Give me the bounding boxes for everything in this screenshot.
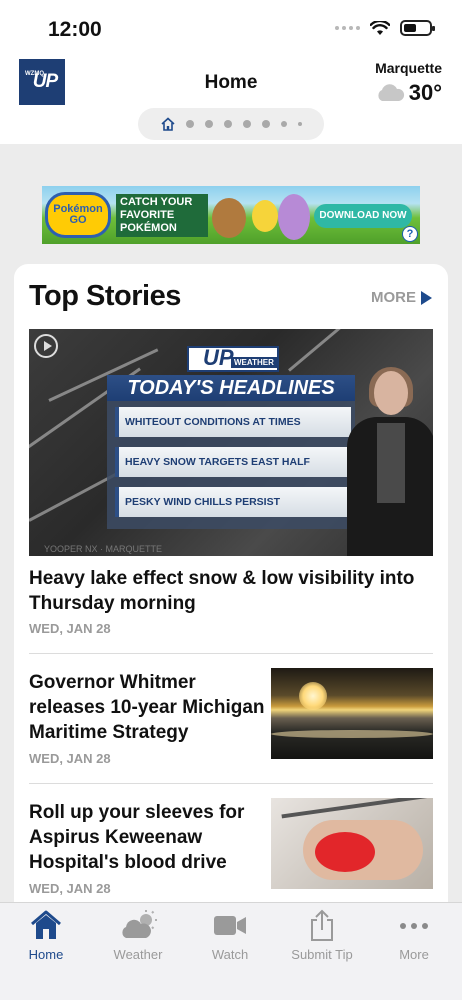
tab-weather[interactable]: Weather: [92, 909, 184, 962]
status-bar: 12:00: [0, 0, 462, 58]
story-date: WED, JAN 28: [29, 751, 111, 766]
tab-home[interactable]: Home: [0, 909, 92, 962]
hero-footer-text: YOOPER NX · MARQUETTE: [44, 544, 163, 554]
battery-icon: [400, 20, 435, 36]
story-thumbnail[interactable]: [271, 668, 433, 759]
tab-label: Home: [28, 947, 64, 962]
pager-dot[interactable]: [280, 121, 287, 127]
snow-streak: [288, 329, 398, 372]
section-pager[interactable]: [138, 108, 324, 140]
tab-label: More: [399, 947, 429, 962]
divider: [29, 653, 433, 654]
cloud-icon: [378, 84, 404, 101]
ad-info-icon[interactable]: ?: [402, 226, 418, 242]
app-header: WZMQ UP Home Marquette 30°: [0, 58, 462, 144]
story-date: WED, JAN 28: [29, 621, 111, 636]
play-icon[interactable]: [34, 334, 58, 358]
tab-watch[interactable]: Watch: [184, 909, 276, 962]
pager-dot[interactable]: [297, 122, 302, 126]
pager-dot[interactable]: [185, 120, 194, 128]
partly-cloudy-icon: [120, 909, 157, 941]
goodra-graphic: [278, 194, 310, 240]
up-weather-badge: UP WEATHER: [187, 345, 279, 372]
tab-more[interactable]: More: [368, 909, 460, 962]
status-icons: [335, 20, 435, 36]
cellular-signal-icon: [335, 26, 360, 30]
ellipsis-icon: [396, 909, 432, 941]
home-icon[interactable]: [160, 117, 175, 131]
video-camera-icon: [212, 909, 248, 941]
ad-download-button[interactable]: DOWNLOAD NOW: [314, 204, 412, 228]
ad-banner[interactable]: Pokémon GO CATCH YOUR FAVORITE POKÉMON D…: [42, 186, 420, 244]
top-stories-card: Top Stories MORE UP WEATHER TODAY'S HEAD…: [14, 264, 448, 924]
chevron-right-icon: [421, 290, 432, 305]
home-icon: [28, 909, 64, 941]
headline-item: PESKY WIND CHILLS PERSIST: [115, 487, 351, 517]
pager-dot[interactable]: [223, 120, 232, 128]
headline-item: HEAVY SNOW TARGETS EAST HALF: [115, 447, 351, 477]
eevee-graphic: [212, 198, 246, 238]
status-time: 12:00: [48, 18, 102, 41]
tab-bar: Home Weather Watch Submit Tip More: [0, 902, 462, 1000]
headlines-panel: WHITEOUT CONDITIONS AT TIMES HEAVY SNOW …: [107, 401, 355, 529]
wifi-icon: [370, 20, 390, 35]
more-link[interactable]: MORE: [371, 289, 432, 306]
story-thumbnail[interactable]: [271, 798, 433, 889]
presenter-figure: [331, 367, 433, 556]
pager-dot[interactable]: [204, 120, 213, 128]
tab-label: Watch: [211, 947, 249, 962]
weather-widget[interactable]: Marquette 30°: [375, 60, 442, 106]
headline-item: WHITEOUT CONDITIONS AT TIMES: [115, 407, 351, 437]
headlines-banner: TODAY'S HEADLINES: [107, 375, 355, 401]
badge-weather-text: WEATHER: [231, 357, 277, 368]
story-title[interactable]: Heavy lake effect snow & low visibility …: [29, 566, 433, 616]
weather-city: Marquette: [375, 60, 442, 76]
tab-label: Submit Tip: [291, 947, 353, 962]
weather-temperature: 30°: [408, 80, 442, 105]
badge-up-text: UP: [203, 345, 234, 370]
ad-headline: CATCH YOUR FAVORITE POKÉMON: [116, 194, 208, 237]
divider: [29, 783, 433, 784]
pager-dot[interactable]: [242, 120, 251, 128]
ad-logo: Pokémon GO: [45, 192, 111, 238]
tab-submit-tip[interactable]: Submit Tip: [276, 909, 368, 962]
pager-dot[interactable]: [261, 120, 270, 128]
more-label: MORE: [371, 289, 416, 306]
share-upload-icon: [304, 909, 340, 941]
pikachu-graphic: [252, 200, 278, 232]
story-title[interactable]: Roll up your sleeves for Aspirus Keweena…: [29, 800, 265, 875]
tab-label: Weather: [113, 947, 163, 962]
hero-video-thumbnail[interactable]: UP WEATHER TODAY'S HEADLINES WHITEOUT CO…: [29, 329, 433, 556]
section-title: Top Stories: [29, 280, 181, 312]
story-date: WED, JAN 28: [29, 881, 111, 896]
story-title[interactable]: Governor Whitmer releases 10-year Michig…: [29, 670, 265, 745]
